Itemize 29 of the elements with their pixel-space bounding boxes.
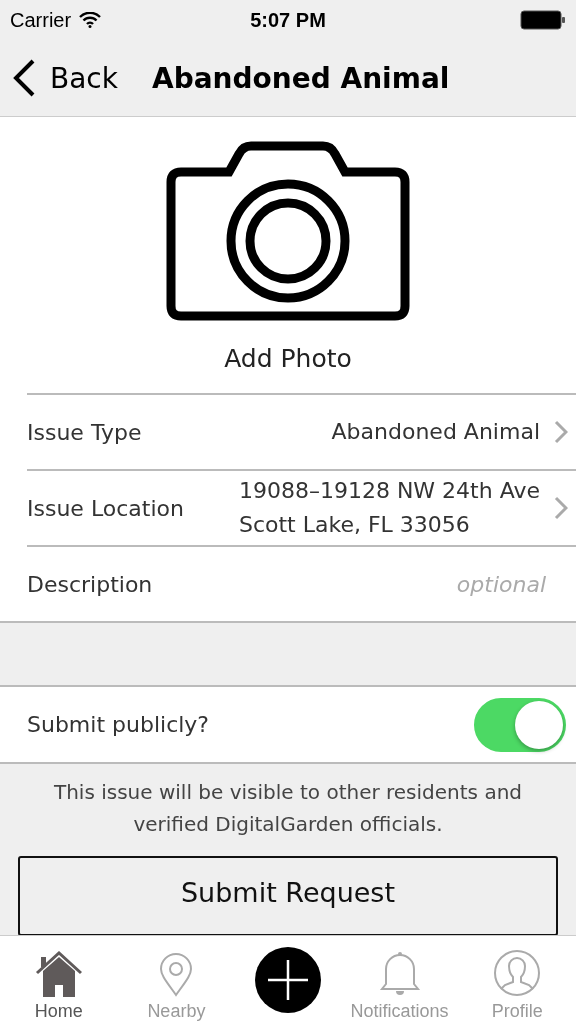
camera-icon <box>165 141 411 323</box>
clock-time: 5:07 PM <box>250 8 326 31</box>
person-icon <box>493 949 542 997</box>
screen-title: Abandoned Animal <box>152 61 450 95</box>
house-icon <box>34 951 83 997</box>
add-photo-label[interactable]: Add Photo <box>224 343 352 375</box>
chevron-left-icon <box>12 59 36 97</box>
row-label: Description <box>27 571 153 597</box>
bell-icon <box>377 951 422 997</box>
row-label: Issue Type <box>27 419 142 445</box>
row-value[interactable]: Abandoned Animal <box>331 415 540 449</box>
row-label: Issue Location <box>27 495 184 521</box>
description-field[interactable]: optional <box>346 571 568 597</box>
visibility-note: This issue will be visible to other residents and verified DigitalGarden officials. <box>52 779 523 838</box>
plus-icon <box>268 960 308 1000</box>
chevron-right-icon <box>554 496 568 520</box>
map-pin-icon <box>159 953 194 997</box>
row-value[interactable]: Scott Lake, FL 33056 <box>238 508 470 542</box>
carrier-label: Carrier <box>10 8 72 32</box>
toggle-label: Submit publicly? <box>27 712 210 737</box>
row-value[interactable]: 19088–19128 NW 24th Ave <box>238 474 540 508</box>
chevron-right-icon <box>554 420 568 444</box>
wifi-icon <box>79 12 102 28</box>
toggle-switch[interactable] <box>474 697 566 752</box>
submit-request-button[interactable]: Submit Request <box>18 856 558 935</box>
camera-button[interactable] <box>165 141 411 323</box>
battery-icon <box>520 10 566 30</box>
back-button[interactable]: Back <box>12 59 118 97</box>
tab-item[interactable]: Home <box>0 936 118 1024</box>
